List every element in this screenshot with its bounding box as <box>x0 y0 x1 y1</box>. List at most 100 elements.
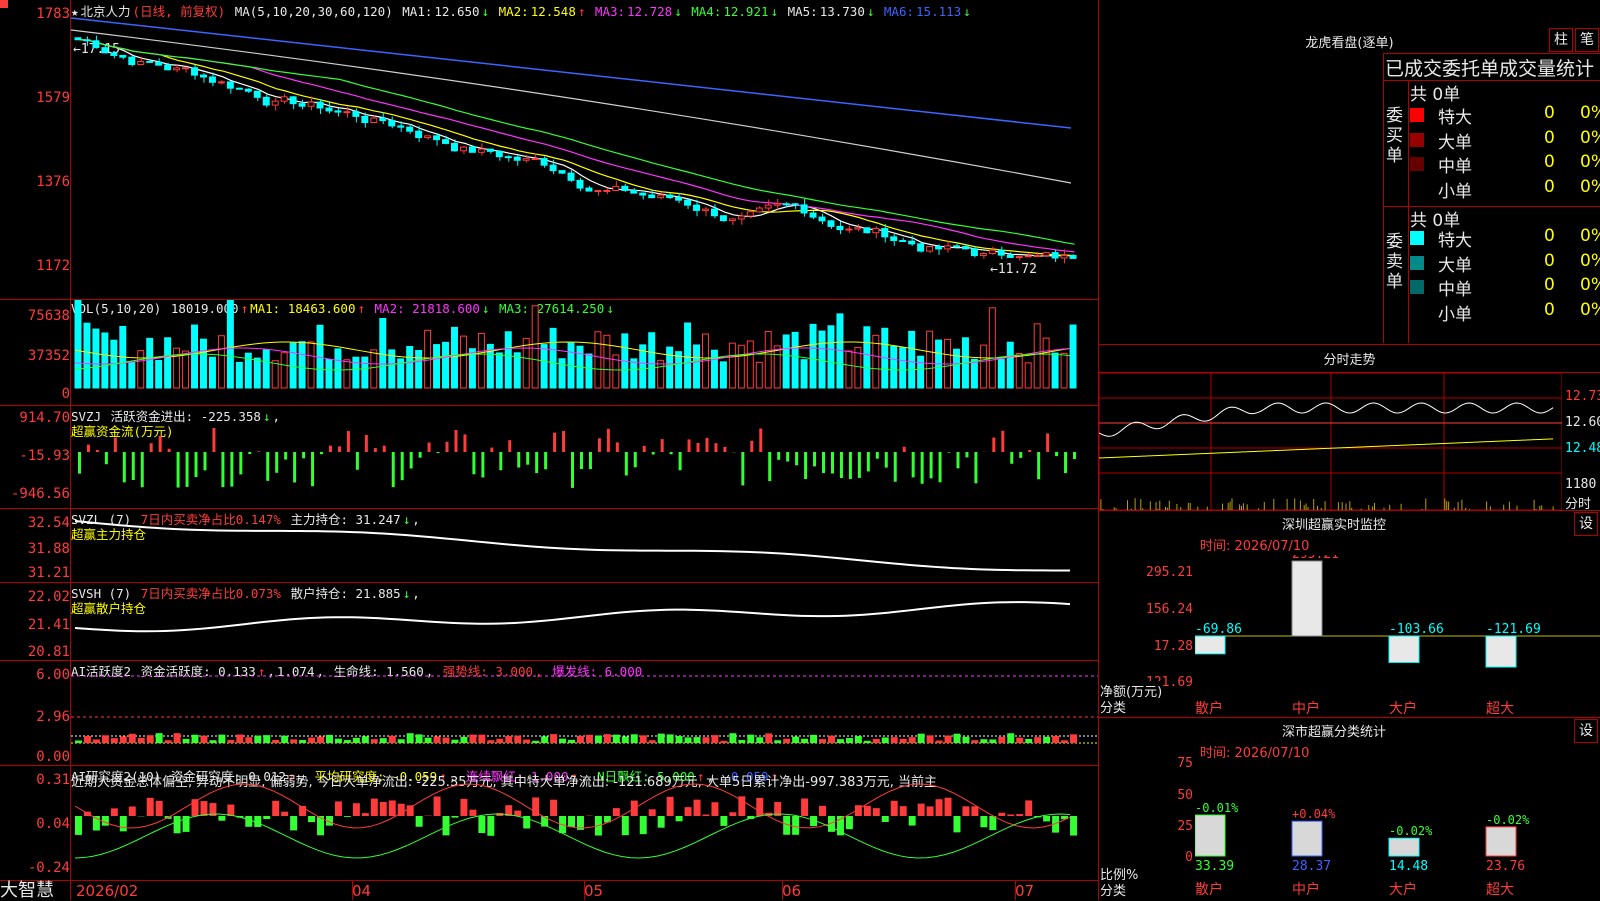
candle <box>478 149 484 152</box>
candle <box>371 118 377 123</box>
ratio-bar <box>1389 838 1419 856</box>
order-percent: 0% <box>1580 152 1600 172</box>
y-tick: 31.21 <box>0 565 70 581</box>
flow-bar <box>517 452 520 468</box>
research-bar <box>102 816 109 826</box>
main-chart-panel[interactable]: 1783 1579 1376 1172 ★北京人力(日线, 前复权) MA(5,… <box>0 0 1098 299</box>
research-bar <box>1025 800 1032 816</box>
activity-bar <box>918 734 925 743</box>
volume-bar <box>1025 363 1031 388</box>
flow-bar <box>87 445 90 452</box>
order-count: 0 <box>1544 103 1555 123</box>
activity-bar <box>819 739 826 743</box>
volume-bar <box>667 347 673 388</box>
candle <box>281 97 287 101</box>
candle <box>335 111 341 112</box>
order-percent: 0% <box>1580 177 1600 197</box>
volume-bar <box>532 306 538 388</box>
candle <box>460 147 466 151</box>
candle <box>227 82 233 88</box>
flow-bar <box>1001 431 1004 452</box>
x-tick: 07 <box>1015 882 1034 900</box>
candle <box>819 217 825 221</box>
volume-bar <box>595 332 601 388</box>
volume-bar <box>478 333 484 388</box>
flow-bar <box>1073 452 1076 459</box>
activity-bar <box>514 736 521 743</box>
volume-bar <box>711 350 717 388</box>
candle <box>165 65 171 70</box>
flow-bar <box>248 452 251 454</box>
svzl-panel[interactable]: 32.54 31.88 31.21 SVZL (7) 7日内买卖净占比0.147… <box>0 509 1098 582</box>
intraday-chart-area[interactable]: 12.73 12.60 12.48 1180 分时 <box>1099 373 1600 510</box>
activity-bar <box>460 737 467 743</box>
flow-bar <box>661 439 664 452</box>
volume-bar <box>1043 338 1049 388</box>
order-count: 0 <box>1544 128 1555 148</box>
tick-mode-button[interactable]: 笔 <box>1575 28 1599 52</box>
stats-y-tick: 50 <box>1099 788 1193 803</box>
flow-bar <box>472 452 475 474</box>
activity-bar <box>622 736 629 743</box>
candle <box>254 91 260 97</box>
candlestick-chart[interactable] <box>71 0 1098 299</box>
research-bar <box>362 813 369 816</box>
candle <box>729 219 735 221</box>
candle <box>236 88 242 89</box>
candle <box>120 55 126 57</box>
monitor-settings-button[interactable]: 设 <box>1574 512 1598 536</box>
activity-bar <box>559 739 566 743</box>
candle <box>631 190 637 193</box>
research-bar <box>703 815 710 816</box>
order-size-label: 大单 <box>1438 128 1472 153</box>
bar-mode-button[interactable]: 柱 <box>1549 28 1573 52</box>
research-bar <box>434 796 441 816</box>
volume-bar <box>918 356 924 388</box>
stats-y-tick: 75 <box>1099 756 1193 771</box>
research-bar <box>918 804 925 816</box>
order-size-label: 中单 <box>1438 152 1472 177</box>
flow-bar <box>508 440 511 452</box>
svsh-panel[interactable]: 22.02 21.41 20.81 SVSH (7) 7日内买卖净占比0.073… <box>0 583 1098 660</box>
research-bar <box>335 801 342 816</box>
volume-bar <box>514 353 520 388</box>
app-logo[interactable]: 大智慧 <box>0 881 70 900</box>
research-bar <box>792 816 799 835</box>
monitor-bar-chart: -69.86散户295.21中户-103.66大户-121.69超大 <box>1195 555 1600 715</box>
volume-bar <box>676 352 682 388</box>
flow-bar <box>365 435 368 452</box>
flow-bar <box>338 446 341 452</box>
activity-bar <box>165 740 172 743</box>
volume-bar <box>819 331 825 388</box>
order-count: 0 <box>1544 251 1555 271</box>
volume-panel[interactable]: 75638 37352 0 VOL(5,10,20) 18019.000↑MA1… <box>0 300 1098 405</box>
volume-bar <box>102 333 108 388</box>
volume-bar <box>416 351 422 388</box>
activity-bar <box>891 737 898 743</box>
ai-research-panel[interactable]: 0.31 0.04 -0.24 AI研究度2(10) 资金研究度: 0.012↑… <box>0 766 1098 880</box>
y-tick: 0.04 <box>0 816 70 832</box>
volume-bar <box>335 349 341 388</box>
candle <box>855 228 861 229</box>
activity-bar <box>362 736 369 743</box>
activity-bar <box>1016 738 1023 743</box>
ai-activity-panel[interactable]: 6.00 2.96 0.00 AI活跃度2 资金活跃度: 0.133↑,1.07… <box>0 661 1098 765</box>
volume-bar <box>505 332 511 388</box>
candle <box>550 165 556 170</box>
stats-settings-button[interactable]: 设 <box>1574 719 1598 743</box>
category-label: 大户 <box>1389 700 1417 715</box>
candle <box>774 204 780 205</box>
candle <box>389 121 395 126</box>
flow-bar <box>302 452 305 458</box>
candle <box>84 40 90 41</box>
svzj-panel[interactable]: 914.70 -15.93 -946.56 SVZJ 活跃资金进出: -225.… <box>0 406 1098 508</box>
lhb-tab-title[interactable]: 已成交委托单成交量统计 <box>1385 54 1594 81</box>
flow-bar <box>580 452 583 469</box>
research-bar <box>281 812 288 816</box>
activity-bar <box>541 736 548 743</box>
candle <box>299 104 305 107</box>
volume-bar <box>353 357 359 388</box>
flow-bar <box>132 452 135 480</box>
candle <box>694 205 700 210</box>
stats-y-tick: 25 <box>1099 819 1193 834</box>
